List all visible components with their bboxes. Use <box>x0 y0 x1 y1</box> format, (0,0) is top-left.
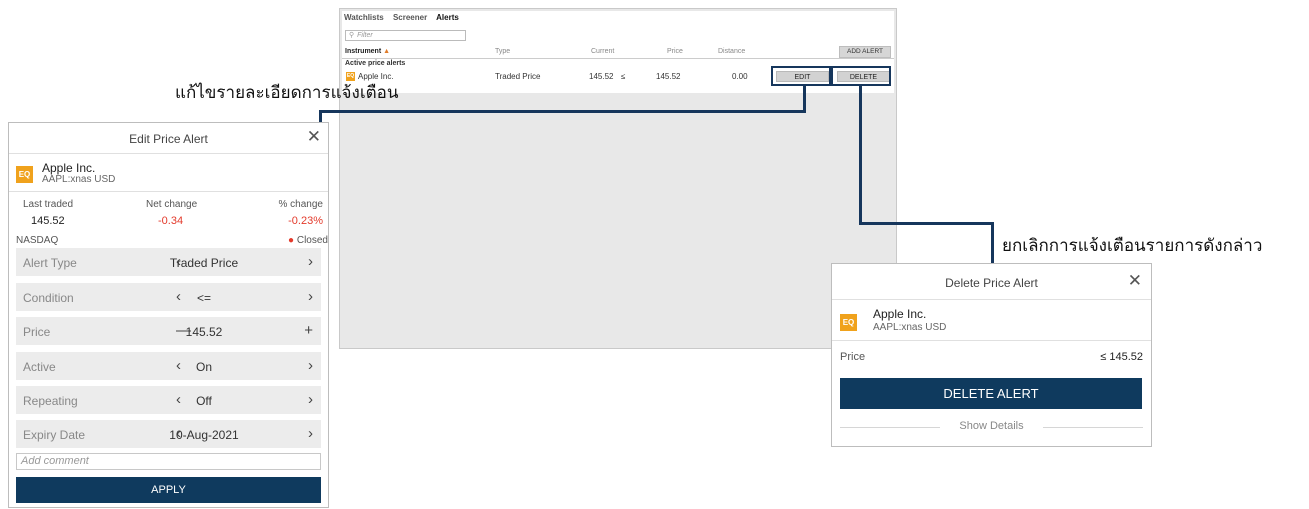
field-value: Traded Price <box>169 256 239 270</box>
column-current[interactable]: Current <box>591 48 614 55</box>
chevron-right-icon[interactable]: › <box>308 288 313 305</box>
field-label: Expiry Date <box>23 428 86 442</box>
row-current: 145.52 <box>589 72 614 81</box>
instrument-name: Apple Inc. <box>873 307 927 321</box>
column-price[interactable]: Price <box>667 48 683 55</box>
field-condition: Condition ‹ <= › <box>16 283 321 311</box>
show-details-toggle[interactable]: Show Details <box>840 420 1143 434</box>
edit-connector-horizontal <box>319 110 806 113</box>
row-instrument: Apple Inc. <box>358 72 394 81</box>
price-label: Price <box>840 351 866 363</box>
delete-alert-button[interactable]: DELETE ALERT <box>840 378 1142 409</box>
equity-badge: EQ <box>346 72 355 81</box>
section-label: Active price alerts <box>345 60 406 67</box>
header-divider <box>342 58 894 59</box>
field-value: Off <box>196 394 212 408</box>
search-icon: ⚲ <box>349 32 355 39</box>
field-label: Alert Type <box>23 256 77 270</box>
filter-input[interactable]: ⚲ Filter <box>345 30 466 41</box>
divider <box>832 299 1151 300</box>
delete-connector-drop <box>991 222 994 265</box>
close-icon[interactable]: ✕ <box>307 127 321 147</box>
chevron-right-icon[interactable]: › <box>308 357 313 374</box>
field-alert-type: Alert Type ‹ Traded Price › <box>16 248 321 276</box>
add-alert-button[interactable]: ADD ALERT <box>839 46 891 58</box>
field-label: Repeating <box>23 394 78 408</box>
field-value: 10-Aug-2021 <box>169 428 239 442</box>
show-details-label: Show Details <box>959 420 1024 432</box>
sort-asc-icon: ▲ <box>383 48 391 55</box>
market-status: ● Closed <box>288 235 328 246</box>
chevron-right-icon[interactable]: › <box>308 425 313 442</box>
tab-alerts[interactable]: Alerts <box>436 13 459 22</box>
divider <box>1043 427 1143 428</box>
tab-screener[interactable]: Screener <box>393 13 427 22</box>
net-change-label: Net change <box>146 199 198 210</box>
edit-price-alert-modal: Edit Price Alert ✕ EQ Apple Inc. AAPL:xn… <box>8 122 329 508</box>
comment-input[interactable]: Add comment <box>16 453 321 470</box>
column-distance[interactable]: Distance <box>718 48 745 55</box>
column-instrument[interactable]: Instrument ▲ <box>345 48 390 55</box>
modal-title: Edit Price Alert <box>129 132 208 146</box>
close-icon[interactable]: ✕ <box>1128 271 1142 291</box>
delete-connector-vertical <box>859 86 862 224</box>
status-dot-icon: ● <box>288 235 295 246</box>
field-label: Active <box>23 360 56 374</box>
divider <box>9 153 328 154</box>
column-type[interactable]: Type <box>495 48 510 55</box>
delete-callout: ยกเลิกการแจ้งเตือนรายการดังกล่าว <box>1002 236 1263 255</box>
equity-badge: EQ <box>840 314 857 331</box>
field-value: <= <box>196 291 211 305</box>
alerts-panel: Watchlists Screener Alerts ⚲ Filter Instr… <box>339 8 897 349</box>
field-repeating: Repeating ‹ Off › <box>16 386 321 414</box>
instrument-symbol: AAPL:xnas USD <box>42 174 116 185</box>
last-traded-value: 145.52 <box>31 215 65 227</box>
market-status-label: Closed <box>296 235 328 246</box>
field-expiry-date: Expiry Date ‹ 10-Aug-2021 › <box>16 420 321 448</box>
row-price: 145.52 <box>656 72 681 81</box>
divider <box>840 427 940 428</box>
field-price: Price — 145.52 + <box>16 317 321 345</box>
delete-price-alert-modal: Delete Price Alert ✕ EQ Apple Inc. AAPL:… <box>831 263 1152 447</box>
field-label: Price <box>23 325 51 339</box>
chevron-right-icon[interactable]: › <box>308 391 313 408</box>
tab-watchlists[interactable]: Watchlists <box>344 13 384 22</box>
column-instrument-label: Instrument <box>345 48 382 55</box>
divider <box>9 191 328 192</box>
filter-placeholder: Filter <box>357 32 373 39</box>
instrument-symbol: AAPL:xnas USD <box>873 322 947 333</box>
last-traded-label: Last traded <box>23 199 74 210</box>
row-distance: 0.00 <box>732 72 748 81</box>
edit-highlight <box>771 66 831 86</box>
edit-callout: แก้ไขรายละเอียดการแจ้งเตือน <box>175 83 399 102</box>
instrument-name: Apple Inc. <box>42 161 96 175</box>
apply-button[interactable]: APPLY <box>16 477 321 503</box>
net-change-value: -0.34 <box>158 215 184 227</box>
price-value: ≤ 145.52 <box>1100 351 1143 363</box>
field-active: Active ‹ On › <box>16 352 321 380</box>
field-label: Condition <box>23 291 74 305</box>
panel-tabs: Watchlists Screener Alerts <box>344 13 466 22</box>
chevron-right-icon[interactable]: › <box>308 253 313 270</box>
field-value[interactable]: 145.52 <box>158 325 250 339</box>
plus-icon[interactable]: + <box>304 322 313 339</box>
pct-change-value: -0.23% <box>288 215 323 227</box>
equity-badge: EQ <box>16 166 33 183</box>
field-value: On <box>195 360 212 374</box>
exchange-label: NASDAQ <box>16 235 59 246</box>
row-operator: ≤ <box>621 72 626 81</box>
divider <box>832 340 1151 341</box>
table-header: Instrument ▲ Type Current Price Distance <box>342 46 894 57</box>
modal-title: Delete Price Alert <box>945 276 1038 290</box>
edit-connector-vertical <box>803 86 806 113</box>
pct-change-label: % change <box>278 199 323 210</box>
row-type: Traded Price <box>495 72 541 81</box>
delete-highlight <box>831 66 891 86</box>
delete-connector-horizontal <box>859 222 993 225</box>
